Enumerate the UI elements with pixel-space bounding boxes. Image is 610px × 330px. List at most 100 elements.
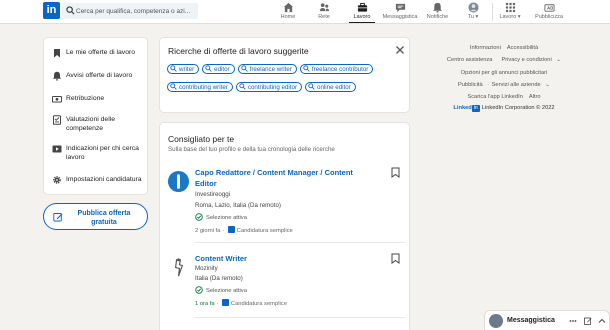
grid-icon (505, 2, 515, 13)
actively-recruiting-badge: Selezione attiva (195, 286, 247, 294)
suggested-search-label: contributing editor (247, 84, 298, 91)
search-icon (170, 65, 177, 72)
nav-label: Tu ▾ (467, 14, 479, 20)
job-company: Mozinity (195, 265, 218, 272)
suggested-search-chip[interactable]: contributing editor (235, 82, 303, 92)
footer-link[interactable]: Pubblicità (458, 82, 483, 88)
close-icon[interactable] (394, 44, 406, 56)
job-footer: 2 giorni fa · Candidatura semplice (195, 226, 293, 234)
footer-row: Centro assistenza Privacy e condizioni ⌄ (424, 54, 584, 66)
suggested-search-chip[interactable]: editor (202, 64, 235, 74)
nav-label: Messaggistica (382, 14, 418, 20)
suggested-search-label: freelance writer (249, 66, 292, 73)
footer-link[interactable]: Servizi alle aziende ⌄ (489, 82, 550, 88)
footer-row: Informazioni Accessibilità (424, 42, 584, 54)
save-job-bookmark-icon[interactable] (391, 167, 400, 178)
search-box[interactable] (62, 3, 198, 19)
copyright: Linked in LinkedIn Corporation © 2022 (424, 105, 584, 112)
compose-icon[interactable] (584, 317, 592, 325)
suggested-search-chip[interactable]: writer (167, 64, 200, 74)
search-icon (205, 65, 212, 72)
job-title-link[interactable]: Content Writer (195, 253, 365, 264)
recommended-subtitle: Sulla base del tuo profilo e della tua c… (168, 146, 335, 153)
sidebar-item-label: Retribuzione (66, 95, 105, 102)
save-job-bookmark-icon[interactable] (391, 253, 400, 264)
footer-link[interactable]: Accessibilità (507, 45, 538, 51)
gear-icon (53, 176, 61, 184)
more-icon[interactable] (569, 317, 577, 325)
suggested-search-chip[interactable]: online editor (305, 82, 356, 92)
linkedin-wordmark: Linked (453, 105, 472, 111)
suggested-searches-card: Ricerche di offerte di lavoro suggerite … (159, 37, 410, 113)
money-icon (52, 96, 62, 103)
network-icon (319, 3, 329, 12)
nav-label: Lavoro ▾ (499, 14, 521, 20)
nav-label: Pubblicizza (535, 14, 563, 20)
post-job-button[interactable]: Pubblica offerta gratuita (43, 203, 148, 230)
bookmark-icon (54, 49, 60, 58)
linkedin-small-icon (227, 226, 235, 233)
nav-label: Rete (318, 14, 330, 20)
nav-messaging[interactable]: Messaggistica (381, 2, 419, 23)
home-icon (283, 2, 293, 13)
nav-jobs[interactable]: Lavoro (349, 2, 375, 23)
nav-home[interactable]: Home (278, 2, 298, 23)
sidebar-item-label: Avvisi offerte di lavoro (66, 72, 133, 79)
post-job-label: Pubblica offerta gratuita (77, 210, 131, 226)
messaging-title: Messaggistica (507, 317, 555, 324)
footer-link[interactable]: Scarica l'app LinkedIn (467, 94, 522, 100)
search-icon (170, 83, 177, 90)
footer-link[interactable]: Informazioni (470, 45, 501, 51)
suggested-searches-title: Ricerche di offerte di lavoro suggerite (168, 46, 309, 56)
messaging-overlay[interactable]: Messaggistica (484, 310, 610, 330)
copyright-text: LinkedIn Corporation © 2022 (481, 105, 555, 111)
job-footer: 1 ora fa · Candidatura semplice (195, 299, 287, 307)
footer-row: Opzioni per gli annunci pubblicitari (424, 67, 584, 79)
briefcase-icon (357, 2, 367, 12)
suggested-search-chip[interactable]: freelance writer (237, 64, 297, 74)
suggested-search-label: editor (214, 66, 230, 73)
avatar (489, 314, 503, 328)
job-location: Roma, Lazio, Italia (Da remoto) (195, 202, 281, 209)
sidebar-item-label: Indicazioni per chi cerca lavoro (66, 145, 139, 161)
nav-notifications[interactable]: Notifiche (425, 2, 450, 23)
check-circle-icon (195, 286, 203, 294)
nav-network[interactable]: Rete (313, 2, 335, 23)
footer-link[interactable]: Centro assistenza (447, 57, 493, 63)
suggested-search-chips: writer editor freelance writer freelance co… (167, 64, 403, 100)
company-logo-icon (174, 258, 184, 277)
ads-icon (543, 4, 555, 12)
nav-me[interactable]: Tu ▾ (463, 2, 483, 23)
job-title-link[interactable]: Capo Redattore / Content Manager / Conte… (195, 167, 365, 189)
checklist-icon (53, 115, 61, 125)
footer-link[interactable]: Privacy e condizioni ⌄ (498, 57, 561, 63)
linkedin-logo-icon[interactable]: in (43, 2, 60, 19)
recommended-title: Consigliato per te (168, 134, 235, 144)
suggested-search-chip[interactable]: contributing writer (167, 82, 233, 92)
search-input[interactable] (76, 3, 196, 19)
job-footer-separator: · (222, 228, 225, 234)
suggested-search-label: writer (179, 66, 195, 73)
suggested-search-label: online editor (317, 84, 351, 91)
suggested-search-chip[interactable]: freelance contributor (299, 64, 374, 74)
suggested-search-label: freelance contributor (311, 66, 369, 73)
sidebar-item-label: Valutazioni delle competenze (66, 116, 115, 132)
nav-label: Lavoro (353, 14, 371, 20)
job-location: Italia (Da remoto) (195, 275, 243, 282)
actively-recruiting-label: Selezione attiva (206, 215, 247, 221)
nav-work[interactable]: Lavoro ▾ (498, 2, 522, 23)
footer-link[interactable]: Opzioni per gli annunci pubblicitari (461, 70, 548, 76)
chevron-up-icon[interactable] (598, 317, 606, 325)
video-icon (52, 145, 62, 153)
search-icon (303, 65, 310, 72)
job-card[interactable]: Content Writer Mozinity Italia (Da remot… (160, 253, 411, 313)
easy-apply-label: Candidatura semplice (236, 228, 293, 234)
edit-icon (53, 213, 63, 222)
footer-link[interactable]: Altro (529, 94, 541, 100)
nav-label: Home (280, 14, 296, 20)
job-card[interactable]: Capo Redattore / Content Manager / Conte… (160, 167, 411, 239)
nav-advertise[interactable]: Pubblicizza (533, 2, 565, 23)
bell-icon (52, 71, 62, 81)
search-icon (239, 83, 246, 90)
nav-divider (492, 3, 493, 21)
